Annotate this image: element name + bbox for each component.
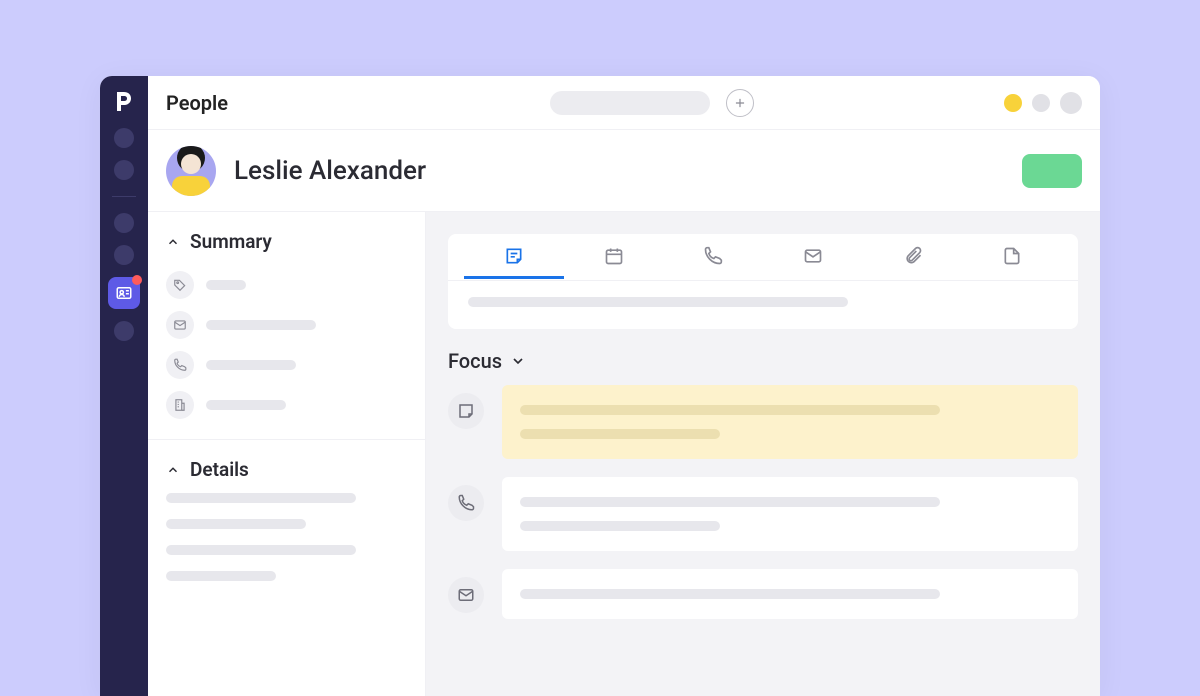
placeholder-line <box>206 360 296 370</box>
placeholder-line <box>166 545 356 555</box>
paperclip-icon <box>903 246 923 266</box>
tab-compose-area[interactable] <box>448 280 1078 329</box>
mail-icon <box>803 246 823 266</box>
person-avatar[interactable] <box>166 146 216 196</box>
feed-card-highlighted[interactable] <box>502 385 1078 459</box>
add-button[interactable] <box>726 89 754 117</box>
nav-rail <box>100 76 148 696</box>
activity-feed <box>426 385 1100 619</box>
nav-item-5[interactable] <box>114 321 134 341</box>
focus-label: Focus <box>448 349 502 373</box>
status-indicator[interactable] <box>1004 94 1022 112</box>
user-avatar[interactable] <box>1060 92 1082 114</box>
nav-item-contacts[interactable] <box>108 277 140 309</box>
details-header[interactable]: Details <box>166 458 407 481</box>
main-content: People Leslie Alexander <box>148 76 1100 696</box>
chevron-down-icon <box>510 353 526 369</box>
placeholder-line <box>166 519 306 529</box>
primary-action-button[interactable] <box>1022 154 1082 188</box>
nav-item-2[interactable] <box>114 160 134 180</box>
details-content <box>166 493 407 581</box>
page-title: People <box>166 91 228 115</box>
feed-card[interactable] <box>502 477 1078 551</box>
topbar-actions <box>1004 92 1082 114</box>
focus-header[interactable]: Focus <box>426 329 1100 385</box>
feed-item-call <box>448 477 1078 551</box>
feed-item-email <box>448 569 1078 619</box>
mail-icon <box>448 577 484 613</box>
summary-section: Summary <box>148 212 425 439</box>
tab-files[interactable] <box>863 234 963 280</box>
phone-icon <box>703 246 723 266</box>
feed-card[interactable] <box>502 569 1078 619</box>
activity-pane: Focus <box>426 212 1100 696</box>
body-columns: Summary <box>148 212 1100 696</box>
tab-activity[interactable] <box>564 234 664 280</box>
nav-item-1[interactable] <box>114 128 134 148</box>
tab-notes[interactable] <box>464 234 564 280</box>
tab-email[interactable] <box>763 234 863 280</box>
document-icon <box>1002 246 1022 266</box>
nav-separator <box>112 196 136 197</box>
placeholder-line <box>206 400 286 410</box>
nav-item-3[interactable] <box>114 213 134 233</box>
phone-icon <box>166 351 194 379</box>
details-label: Details <box>190 458 249 481</box>
mail-icon <box>166 311 194 339</box>
placeholder-line <box>166 571 276 581</box>
placeholder-line <box>520 429 720 439</box>
profile-header: Leslie Alexander <box>148 130 1100 212</box>
topbar-action-1[interactable] <box>1032 94 1050 112</box>
tag-icon <box>166 271 194 299</box>
nav-item-4[interactable] <box>114 245 134 265</box>
details-section: Details <box>148 439 425 611</box>
note-icon <box>504 246 524 266</box>
summary-label: Summary <box>190 230 272 253</box>
summary-header[interactable]: Summary <box>166 230 407 253</box>
placeholder-line <box>520 521 720 531</box>
plus-icon <box>733 96 747 110</box>
placeholder-line <box>206 320 316 330</box>
summary-row-org[interactable] <box>166 385 407 425</box>
calendar-icon <box>604 246 624 266</box>
phone-icon <box>448 485 484 521</box>
chevron-up-icon <box>166 463 180 477</box>
search-input[interactable] <box>550 91 710 115</box>
feed-item-note <box>448 385 1078 459</box>
placeholder-line <box>520 405 940 415</box>
placeholder-line <box>520 497 940 507</box>
placeholder-line <box>468 297 848 307</box>
pipedrive-logo-icon <box>114 89 134 111</box>
notification-badge <box>132 275 142 285</box>
placeholder-line <box>166 493 356 503</box>
app-window: People Leslie Alexander <box>100 76 1100 696</box>
placeholder-line <box>520 589 940 599</box>
summary-row-email[interactable] <box>166 305 407 345</box>
building-icon <box>166 391 194 419</box>
topbar: People <box>148 76 1100 130</box>
tab-call[interactable] <box>663 234 763 280</box>
app-logo[interactable] <box>108 84 140 116</box>
tab-docs[interactable] <box>962 234 1062 280</box>
placeholder-line <box>206 280 246 290</box>
note-icon <box>448 393 484 429</box>
chevron-up-icon <box>166 235 180 249</box>
activity-tabs <box>448 234 1078 280</box>
contacts-icon <box>115 284 133 302</box>
activity-tabs-card <box>448 234 1078 329</box>
summary-row-phone[interactable] <box>166 345 407 385</box>
summary-row-tag[interactable] <box>166 265 407 305</box>
info-sidebar: Summary <box>148 212 426 696</box>
person-name: Leslie Alexander <box>234 156 426 186</box>
